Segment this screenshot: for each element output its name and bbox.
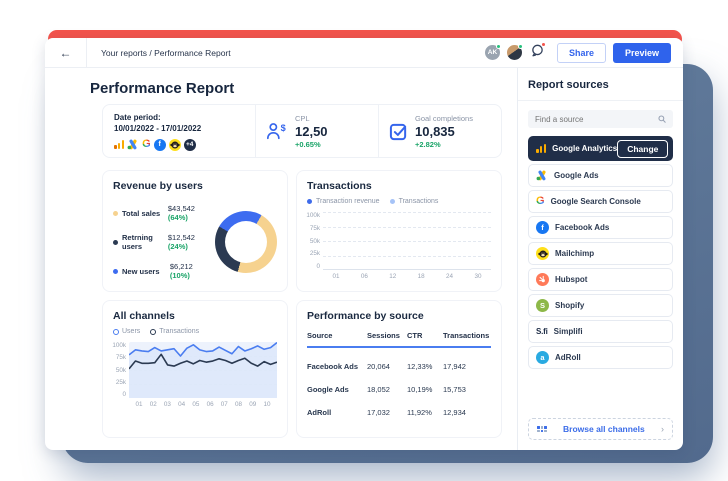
source-item[interactable]: Mailchimp (528, 242, 673, 265)
svg-text:$: $ (281, 123, 286, 133)
search-input[interactable] (535, 114, 658, 124)
source-item[interactable]: a AdRoll (528, 346, 673, 369)
hubspot-icon (536, 273, 549, 286)
chevron-right-icon: › (661, 424, 664, 434)
source-item[interactable]: S Shopify (528, 294, 673, 317)
line-x-axis: 01 02 03 04 05 06 07 08 09 10 (135, 401, 271, 408)
date-period-label: Date period: (114, 113, 161, 122)
metric-cpl: $ CPL 12,50 +0.65% (255, 105, 378, 157)
table-row: AdRoll 17,032 11,92% 12,934 (307, 408, 466, 417)
metric-goal-completions: Goal completions 10,835 +2.82% (378, 105, 501, 157)
bar-chart (323, 212, 491, 270)
widget-title: All channels (113, 310, 175, 322)
google-analytics-icon (114, 140, 125, 150)
legend-item: Retrning users $12,542 (24%) (113, 233, 213, 251)
online-status-dot (495, 44, 501, 49)
report-canvas: Performance Report Date period: 10/01/20… (45, 68, 517, 450)
google-analytics-icon (536, 140, 547, 158)
checkbox-icon (389, 123, 407, 140)
metric-label: Goal completions (415, 113, 473, 123)
source-item[interactable]: Hubspot (528, 268, 673, 291)
adroll-icon: a (536, 351, 549, 364)
source-icon-strip: Gf +4 (114, 138, 255, 151)
widget-title: Transactions (307, 180, 372, 192)
source-table: Source Sessions CTR Transactions Facebook Ad… (307, 331, 491, 417)
revenue-by-users-widget: Revenue by users Total sales $43,542 (64%… (102, 170, 288, 292)
mailchimp-icon (536, 247, 549, 260)
line-chart (129, 342, 277, 398)
donut-legend: Total sales $43,542 (64%) Retrning users $1… (113, 204, 213, 280)
arrow-left-icon: ← (59, 45, 72, 60)
person-dollar-icon: $ (267, 123, 286, 140)
metric-value: 12,50 (295, 123, 328, 139)
date-range: 10/01/2022 - 17/01/2022 (114, 123, 202, 133)
avatar (506, 44, 523, 60)
bar-legend: Transaction revenue Transactions (307, 198, 491, 205)
legend-item: Total sales $43,542 (64%) (113, 204, 213, 222)
simplifi-icon: S.fi (536, 327, 548, 336)
all-channels-widget: All channels Users Transactions 100k 75k 5… (102, 300, 288, 438)
share-button[interactable]: Share (556, 42, 606, 63)
source-item[interactable]: G Google Search Console (528, 190, 673, 213)
google-ads-icon (127, 139, 137, 150)
chat-button[interactable] (531, 41, 546, 62)
google-ads-icon (536, 170, 546, 181)
source-search[interactable] (528, 110, 673, 128)
source-label: Google Analytics (552, 144, 618, 153)
source-item-selected[interactable]: Google Analytics Change (528, 136, 673, 161)
table-row: Facebook Ads 20,064 12,33% 17,942 (307, 362, 466, 371)
window-header: ← Your reports / Performance Report AK S… (45, 38, 683, 68)
google-analytics-icon (536, 143, 547, 153)
source-item[interactable]: Google Ads (528, 164, 673, 187)
performance-by-source-widget: Performance by source Source Sessions CTR T… (296, 300, 502, 438)
widget-title: Performance by source (307, 310, 424, 322)
transactions-widget: Transactions Transaction revenue Transac… (296, 170, 502, 292)
shopify-icon: S (536, 299, 549, 312)
preview-button[interactable]: Preview (612, 42, 671, 63)
table-header: Source Sessions CTR Transactions (307, 331, 491, 348)
breadcrumb: Your reports / Performance Report (101, 47, 231, 58)
page-title: Performance Report (90, 80, 235, 97)
search-icon (658, 115, 666, 123)
app-window: ← Your reports / Performance Report AK S… (45, 38, 683, 450)
facebook-icon: f (536, 221, 549, 234)
browse-all-channels-button[interactable]: Browse all channels › (528, 418, 673, 440)
legend-item: New users $6,212 (10%) (113, 262, 213, 280)
mailchimp-icon (168, 138, 181, 151)
google-icon: G (536, 195, 545, 207)
metric-label: CPL (295, 113, 310, 123)
report-sources-sidebar: Report sources Google Analytics Change G… (517, 68, 683, 450)
more-sources-badge: +4 (183, 138, 196, 151)
back-button[interactable]: ← (45, 38, 87, 67)
table-row: Google Ads 18,052 10,19% 15,753 (307, 385, 466, 394)
facebook-icon: f (153, 138, 166, 151)
source-item[interactable]: f Facebook Ads (528, 216, 673, 239)
online-status-dot (517, 44, 523, 49)
overview-widget: Date period: 10/01/2022 - 17/01/2022 Gf +… (102, 104, 502, 158)
metric-delta: +2.82% (415, 139, 441, 149)
source-item[interactable]: S.fi Simplifi (528, 320, 673, 343)
sidebar-title: Report sources (528, 79, 609, 91)
bar-x-axis: 01 06 12 18 24 30 (332, 273, 482, 280)
google-icon: G (142, 138, 151, 151)
avatar: AK (484, 44, 501, 60)
donut-chart (215, 211, 277, 273)
widget-title: Revenue by users (113, 180, 203, 192)
grid-icon (537, 425, 547, 433)
line-legend: Users Transactions (113, 328, 277, 335)
metric-value: 10,835 (415, 123, 455, 139)
notification-dot (540, 41, 546, 47)
metric-delta: +0.65% (295, 139, 321, 149)
change-source-button[interactable]: Change (617, 139, 669, 158)
